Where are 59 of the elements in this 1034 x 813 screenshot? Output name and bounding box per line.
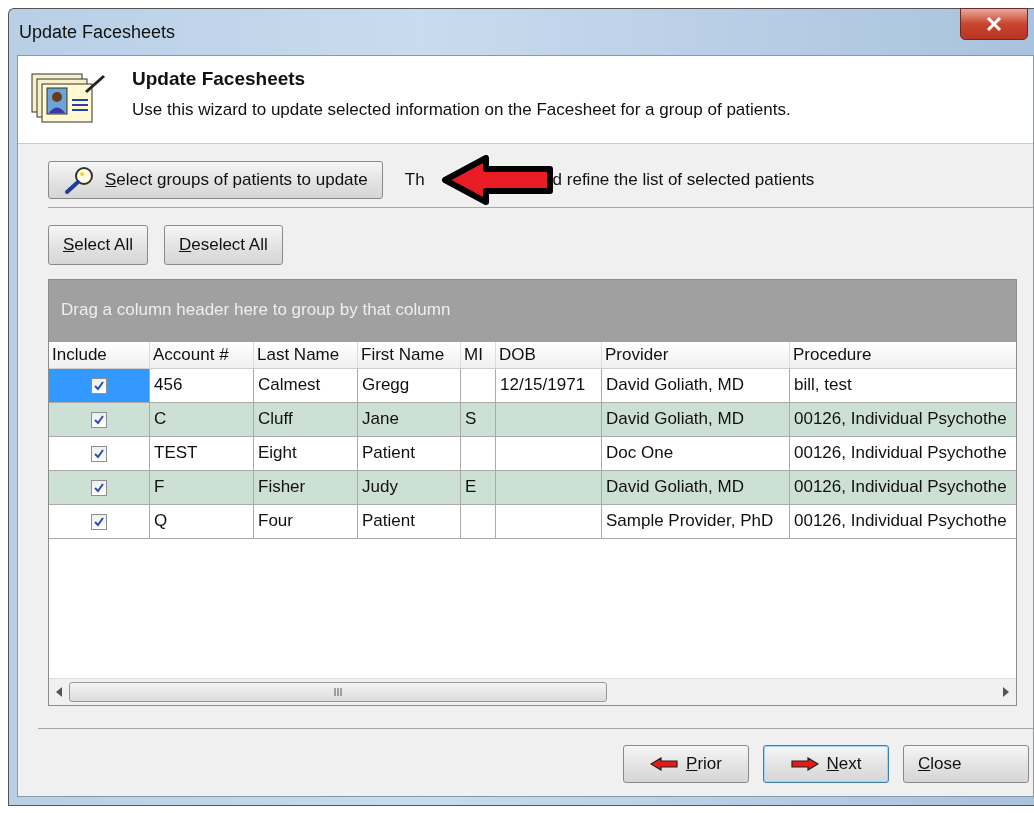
table-cell: Four [254,505,358,538]
checkbox[interactable] [91,479,107,496]
table-cell: 456 [150,369,254,402]
table-cell: TEST [150,437,254,470]
close-icon[interactable] [960,8,1028,40]
table-cell: 00126, Individual Psychothe [790,471,1016,504]
table-cell: S [461,403,496,436]
table-cell: Eight [254,437,358,470]
column-header[interactable]: Include [49,342,150,368]
select-all-button[interactable]: Select All [48,225,148,265]
table-cell: 12/15/1971 [496,369,602,402]
table-cell: Fisher [254,471,358,504]
table-cell: Doc One [602,437,790,470]
close-button[interactable]: Close [903,745,1029,783]
checkbox[interactable] [91,445,107,462]
window-title: Update Facesheets [18,21,176,43]
next-button[interactable]: Next [763,745,889,783]
table-cell: Cluff [254,403,358,436]
deselect-all-button[interactable]: Deselect All [163,225,283,265]
table-cell: David Goliath, MD [602,403,790,436]
table-cell: Patient [358,437,461,470]
table-cell: C [150,403,254,436]
left-arrow-icon [650,757,679,771]
select-groups-button[interactable]: Select groups of patients to update [48,161,383,199]
table-cell: F [150,471,254,504]
table-cell: Gregg [358,369,461,402]
column-header[interactable]: Procedure [790,342,1016,368]
table-cell: 00126, Individual Psychothe [790,403,1016,436]
column-header[interactable]: Provider [602,342,790,368]
column-header[interactable]: First Name [358,342,461,368]
table-cell: Jane [358,403,461,436]
table-cell: Q [150,505,254,538]
table-cell: David Goliath, MD [602,369,790,402]
table-cell: Patient [358,505,461,538]
scrollbar-thumb[interactable] [69,682,607,702]
wizard-heading: Update Facesheets [132,68,307,90]
column-header[interactable]: Last Name [254,342,358,368]
instruction-text: d refine the list of selected patients [552,170,815,190]
checkbox[interactable] [91,513,107,530]
wizard-description: Use this wizard to update selected information on the Facesheet for a group of patients. [132,100,791,120]
column-header[interactable]: Account # [150,342,254,368]
checkbox[interactable] [91,411,107,428]
table-cell: 00126, Individual Psychothe [790,437,1016,470]
right-arrow-icon [790,757,819,771]
table-cell: David Goliath, MD [602,471,790,504]
table-cell: 00126, Individual Psychothe [790,505,1016,538]
group-by-panel: Drag a column header here to group by that column [49,280,1016,342]
table-cell: Sample Provider, PhD [602,505,790,538]
table-cell: E [461,471,496,504]
instruction-text: Th [404,170,425,190]
scroll-left-icon[interactable] [55,687,63,697]
table-cell: bill, test [790,369,1016,402]
table-cell: Calmest [254,369,358,402]
table-cell: Judy [358,471,461,504]
scroll-right-icon[interactable] [1002,687,1010,697]
column-header[interactable]: DOB [496,342,602,368]
prior-button[interactable]: Prior [623,745,749,783]
column-header[interactable]: MI [461,342,496,368]
checkbox[interactable] [91,377,107,394]
